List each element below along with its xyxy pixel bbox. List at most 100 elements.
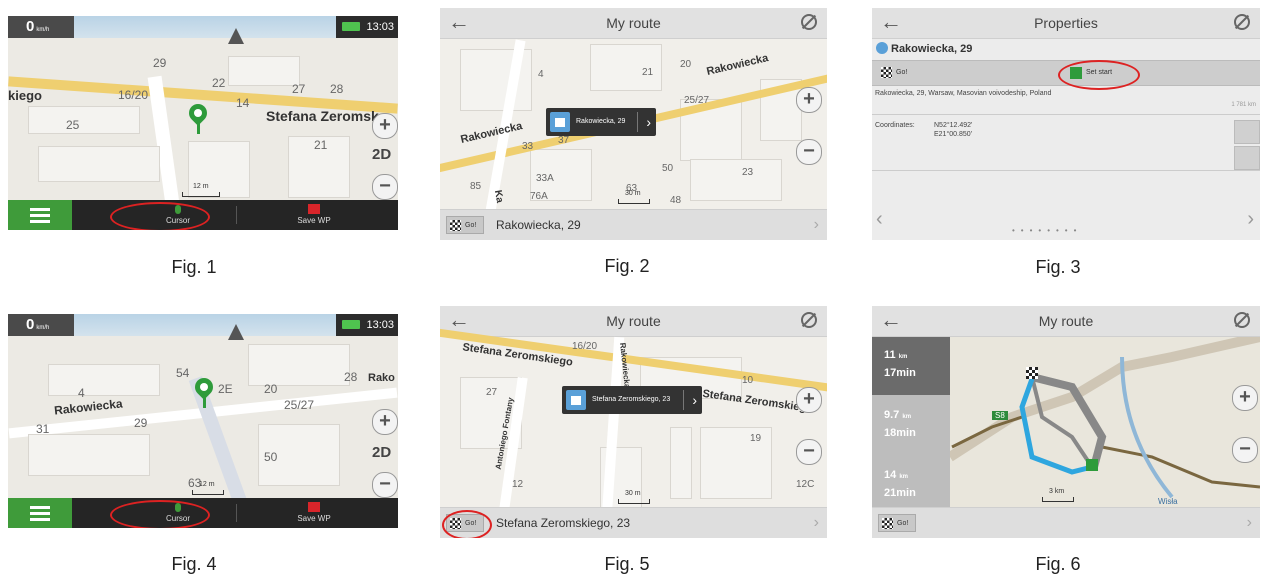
status-time: 13:03: [336, 314, 398, 336]
page-title: My route: [606, 313, 661, 329]
chevron-left-icon[interactable]: ‹: [876, 208, 883, 231]
figure-caption: Fig. 4: [171, 554, 217, 574]
footer: Go! Rakowiecka, 29 ›: [440, 209, 827, 240]
map-number: 20: [264, 382, 278, 396]
gps-off-icon: [1234, 312, 1250, 328]
chevron-right-icon[interactable]: ›: [646, 108, 651, 136]
zoom-in-button[interactable]: +: [796, 87, 822, 113]
location-popup[interactable]: Stefana Zeromskiego, 23 ›: [562, 386, 702, 414]
map-number: 4: [78, 386, 85, 400]
zoom-out-button[interactable]: −: [796, 139, 822, 165]
header: ← Properties: [872, 8, 1260, 39]
building: [248, 344, 350, 386]
scale-bar: 30 m: [618, 190, 650, 204]
route-options: 11 km 17min 9.7 km 18min 14 km 21min: [872, 337, 950, 508]
send-button[interactable]: [1234, 146, 1260, 170]
map-number: 85: [470, 181, 482, 192]
route-option[interactable]: 9.7 km 18min: [872, 397, 950, 455]
zoom-in-button[interactable]: +: [372, 113, 398, 139]
menu-button[interactable]: [8, 498, 72, 528]
page-title: My route: [606, 15, 661, 31]
scale-bar: 3 km: [1042, 488, 1074, 502]
page-indicator: ••••••••: [1012, 226, 1083, 235]
map-number: 29: [134, 416, 148, 430]
map-number: 21: [314, 138, 328, 152]
location-popup[interactable]: Rakowiecka, 29 ›: [546, 108, 656, 136]
divider: [236, 504, 237, 522]
home-icon: [876, 42, 888, 54]
save-wp-button[interactable]: Save WP: [284, 200, 344, 230]
route-option[interactable]: 11 km 17min: [872, 337, 950, 395]
popup-label: Rakowiecka, 29: [576, 118, 626, 125]
menu-button[interactable]: [8, 200, 72, 230]
zoom-in-button[interactable]: +: [1232, 385, 1258, 411]
chevron-right-icon[interactable]: ›: [1247, 508, 1252, 538]
go-button[interactable]: Go!: [446, 216, 484, 234]
compass-icon[interactable]: [228, 324, 244, 340]
map-number: 25/27: [684, 95, 710, 106]
full-address: Rakowiecka, 29, Warsaw, Masovian voivode…: [875, 90, 1052, 97]
battery-icon: [342, 22, 360, 31]
map-number: 25: [66, 118, 80, 132]
scale-bar: 30 m: [618, 490, 650, 504]
map-number: 50: [264, 450, 278, 464]
finish-flag-icon: [1026, 367, 1038, 379]
zoom-out-button[interactable]: −: [1232, 437, 1258, 463]
map-number: 25/27: [284, 398, 315, 412]
compass-icon[interactable]: [228, 28, 244, 44]
view-mode-button[interactable]: 2D: [372, 146, 391, 163]
chevron-right-icon[interactable]: ›: [814, 508, 819, 538]
speed-indicator: 0 km/h: [8, 16, 74, 38]
map-number: 28: [344, 370, 358, 384]
map-number: 33A: [536, 173, 554, 184]
fig4-screen: 54 4 29 31 2E 20 28 25/27 50 63 Rakowiec…: [8, 314, 398, 528]
building: [690, 159, 782, 201]
zoom-in-button[interactable]: +: [372, 409, 398, 435]
map-number: 27: [486, 387, 498, 398]
go-button[interactable]: Go!: [878, 514, 916, 532]
page-title: My route: [1038, 313, 1094, 329]
map-number: 10: [742, 375, 754, 386]
start-flag-icon: [1086, 459, 1098, 471]
flag-icon: [308, 502, 320, 512]
address-label: Rakowiecka, 29: [496, 218, 581, 232]
map-number: 54: [176, 366, 190, 380]
chevron-right-icon[interactable]: ›: [1247, 208, 1254, 231]
scale-bar: 12 m: [192, 481, 224, 495]
zoom-out-button[interactable]: −: [796, 439, 822, 465]
flag-icon: [308, 204, 320, 214]
fig5-screen: ← My route 16/20 27 10 19 12 12C Stefana…: [440, 306, 827, 538]
figure-caption: Fig. 3: [1035, 257, 1081, 277]
fig6-screen: ← My route S8 + − 3 km Wisła 11 km 17min…: [872, 306, 1260, 538]
divider: [637, 112, 638, 132]
navigate-to-button[interactable]: [1234, 120, 1260, 144]
street-label: Rako: [368, 372, 395, 384]
map-number: 12: [512, 479, 524, 490]
highlight-oval: [110, 202, 210, 230]
map-number: 16/20: [118, 88, 149, 102]
coordinates-lon: E21°00.850': [934, 131, 973, 138]
street-label: Rakowiecka: [705, 52, 770, 78]
view-mode-button[interactable]: 2D: [372, 444, 391, 461]
poi-name: Rakowiecka, 29: [876, 42, 972, 55]
building: [28, 106, 140, 134]
divider: [872, 114, 1260, 115]
street-label: Stefana Zeromskieg: [701, 387, 807, 415]
zoom-out-button[interactable]: −: [372, 174, 398, 200]
gps-off-icon: [801, 14, 817, 30]
zoom-out-button[interactable]: −: [372, 472, 398, 498]
map[interactable]: 16/20 27 10 19 12 12C Stefana Zeromskieg…: [440, 327, 827, 518]
map-number: 12C: [796, 479, 815, 490]
save-wp-button[interactable]: Save WP: [284, 498, 344, 528]
building: [700, 427, 772, 499]
chevron-right-icon[interactable]: ›: [814, 210, 819, 240]
fig2-screen: ← My route 4 21 20 25/27 33 37 33A 76A 8…: [440, 8, 827, 240]
chevron-right-icon[interactable]: ›: [692, 386, 697, 414]
zoom-in-button[interactable]: +: [796, 387, 822, 413]
highlight-oval: [442, 510, 492, 538]
map-number: 29: [153, 56, 167, 70]
map-number: 48: [670, 195, 682, 206]
header: ← My route: [440, 8, 827, 39]
divider: [872, 170, 1260, 171]
go-button[interactable]: Go!: [878, 64, 916, 82]
